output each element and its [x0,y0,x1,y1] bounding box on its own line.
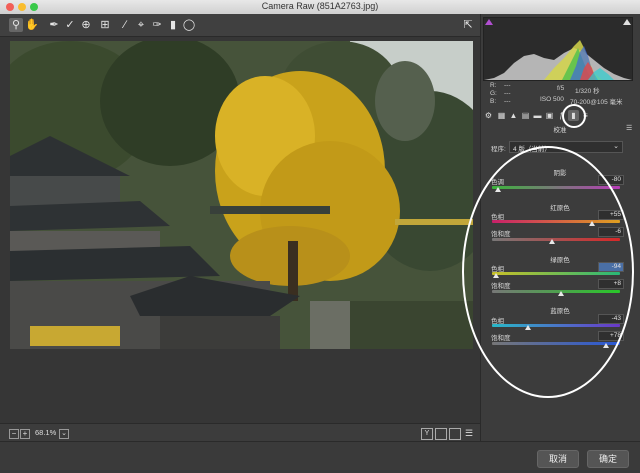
radial-filter-icon[interactable]: ◯ [182,18,196,32]
straighten-tool-icon[interactable]: ∕ [118,18,132,32]
shadow-clipping-icon[interactable] [485,19,493,25]
highlight-ellipse [462,146,634,398]
zoom-dropdown-icon[interactable]: ⌄ [59,429,69,439]
crop-tool-icon[interactable]: ⊞ [98,18,112,32]
tab-hsl-icon[interactable]: ▤ [520,110,531,121]
copy-settings-icon[interactable] [449,428,461,440]
zoom-out-button[interactable]: − [9,429,19,439]
process-label: 程序: [491,146,506,153]
dropdown-arrow-icon: ⌄ [613,143,619,150]
cancel-button[interactable]: 取消 [537,450,579,468]
hand-tool-icon[interactable]: ✋ [25,18,39,32]
info-g-value: --- [504,90,511,97]
adjustment-brush-icon[interactable]: ✑ [150,18,164,32]
histogram [483,17,633,81]
swap-settings-icon[interactable] [435,428,447,440]
dialog-footer: 取消 确定 [0,441,640,473]
highlight-clipping-icon[interactable] [623,19,631,25]
tab-lens-icon[interactable]: ▣ [544,110,555,121]
window-title: Camera Raw (851A2763.jpg) [261,1,379,11]
info-b-value: --- [504,98,511,105]
view-settings-icon[interactable]: ☰ [464,428,474,438]
title-bar: Camera Raw (851A2763.jpg) [0,0,640,15]
info-r-value: --- [504,82,511,89]
tab-tone-curve-icon[interactable]: ▦ [496,110,507,121]
open-preferences-icon[interactable]: ⇱ [461,18,475,32]
iso-readout: ISO 500 [540,96,564,103]
status-bar: − + 68.1% ⌄ Y ☰ [0,423,480,442]
zoom-in-button[interactable]: + [20,429,30,439]
color-sampler-tool-icon[interactable]: ✓ [63,18,77,32]
toolbar: ⚲ ✋ ✒ ✓ ⊕ ⊞ ∕ ⌖ ✑ ▮ ◯ ⇱ [0,14,480,37]
info-g-label: G: [490,90,497,97]
zoom-tool-icon[interactable]: ⚲ [9,18,23,32]
tab-basic-icon[interactable]: ⚙ [483,110,494,121]
targeted-adjustment-icon[interactable]: ⊕ [79,18,93,32]
ok-button[interactable]: 确定 [587,450,629,468]
photo-preview[interactable] [10,41,473,349]
section-title: 校准 [553,127,567,134]
spot-removal-tool-icon[interactable]: ⌖ [134,18,148,32]
info-b-label: B: [490,98,497,105]
tab-split-toning-icon[interactable]: ▬ [532,110,543,121]
before-after-toggle-icon[interactable]: Y [421,428,433,440]
graduated-filter-icon[interactable]: ▮ [166,18,180,32]
white-balance-tool-icon[interactable]: ✒ [47,18,61,32]
tab-detail-icon[interactable]: ▲ [508,110,519,121]
aperture-readout: f/5 [557,85,565,92]
zoom-level: 68.1% [35,428,57,437]
shutter-readout: 1/320 秒 [575,88,600,95]
info-r-label: R: [490,82,497,89]
panel-menu-icon[interactable]: ☰ [626,124,632,132]
